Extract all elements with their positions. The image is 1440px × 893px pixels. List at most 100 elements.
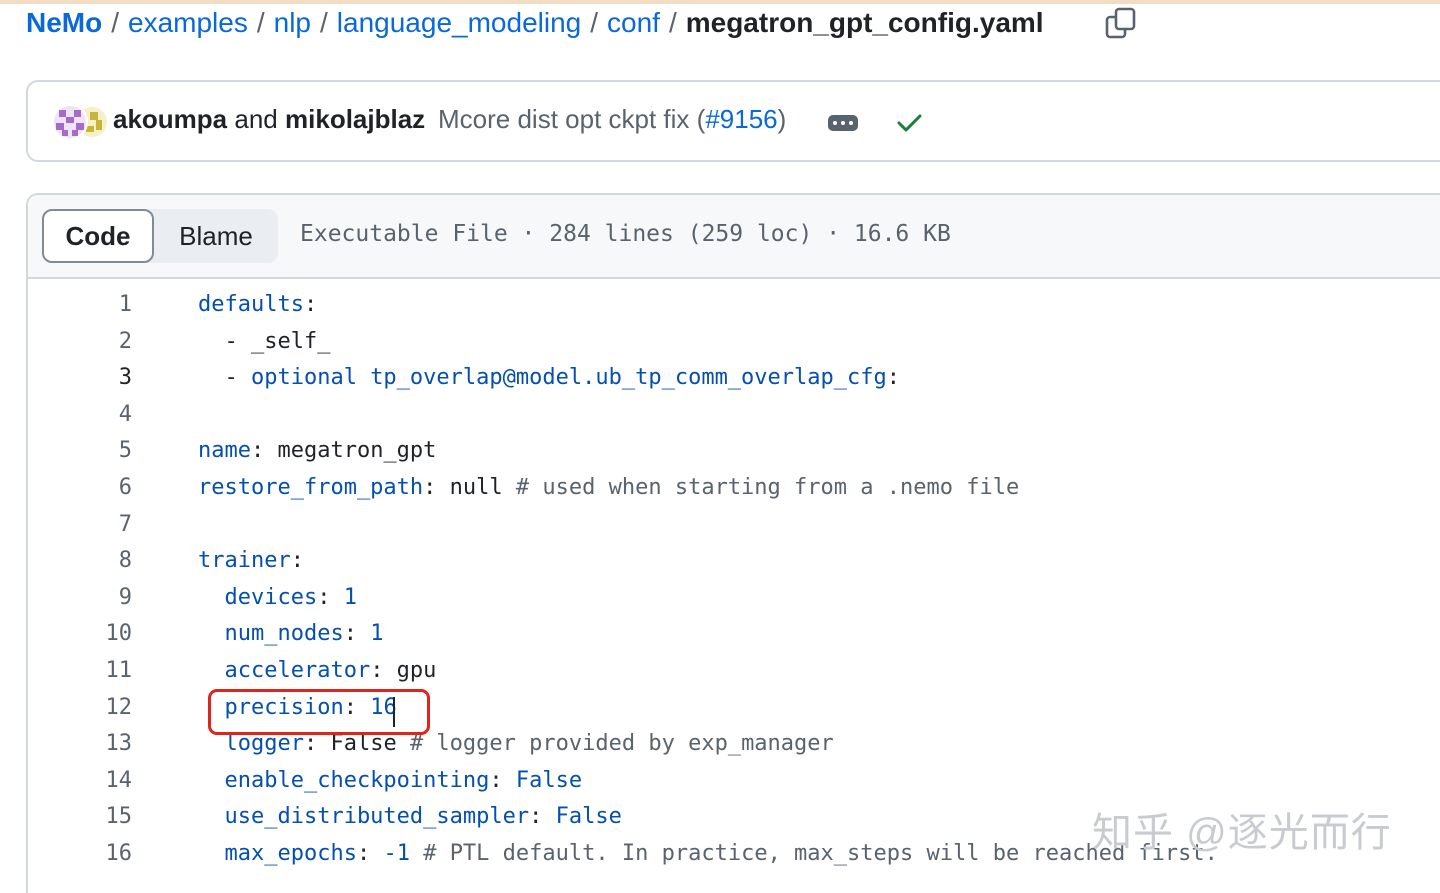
- yaml-text: :: [303, 292, 318, 317]
- line-number[interactable]: 13: [52, 726, 133, 762]
- yaml-key: defaults: [198, 292, 304, 317]
- breadcrumb-separator: /: [668, 7, 677, 38]
- breadcrumb-link-language-modeling[interactable]: language_modeling: [337, 7, 581, 39]
- commit-message-suffix: ): [777, 104, 787, 134]
- yaml-text: :: [317, 585, 344, 610]
- view-toggle: Code Blame: [42, 209, 278, 263]
- yaml-text: :: [343, 621, 371, 646]
- commit-message[interactable]: Mcore dist opt ckpt fix (#9156): [438, 104, 786, 135]
- line-number[interactable]: 1: [52, 287, 132, 323]
- line-number[interactable]: 5: [52, 433, 132, 469]
- code-line[interactable]: 3 - optional tp_overlap@model.ub_tp_comm…: [28, 360, 1440, 396]
- breadcrumb-separator: /: [256, 7, 265, 38]
- yaml-value: False: [515, 768, 583, 793]
- line-number[interactable]: 7: [52, 507, 132, 543]
- yaml-value: 1: [370, 621, 384, 646]
- line-number[interactable]: 6: [52, 470, 132, 506]
- yaml-value: 1: [343, 585, 357, 610]
- line-code: enable_checkpointing: False: [198, 763, 582, 799]
- line-code: accelerator: gpu: [198, 653, 436, 689]
- line-code: - optional tp_overlap@model.ub_tp_comm_o…: [198, 360, 900, 396]
- breadcrumb-link-conf[interactable]: conf: [607, 7, 660, 39]
- yaml-value: -1: [383, 841, 410, 866]
- line-number[interactable]: 2: [52, 324, 132, 360]
- line-code: restore_from_path: null # used when star…: [198, 470, 1019, 506]
- yaml-comment: # used when starting from a .nemo file: [515, 475, 1020, 500]
- breadcrumb-separator: /: [320, 7, 328, 38]
- code-line[interactable]: 6 restore_from_path: null # used when sta…: [28, 470, 1440, 506]
- code-line[interactable]: 14 enable_checkpointing: False: [28, 763, 1440, 799]
- ellipsis-icon[interactable]: [828, 115, 858, 131]
- line-code: - _self_: [198, 324, 330, 360]
- breadcrumb-repo-link[interactable]: NeMo: [26, 7, 102, 39]
- breadcrumb-separator: /: [111, 7, 120, 38]
- line-number[interactable]: 9: [52, 580, 132, 616]
- breadcrumb-current-file: megatron_gpt_config.yaml: [685, 7, 1044, 38]
- yaml-keyword: optional tp_overlap@model.ub_tp_comm_ove…: [250, 365, 887, 390]
- code-line[interactable]: 9 devices: 1: [28, 580, 1440, 616]
- line-number[interactable]: 3: [52, 360, 132, 396]
- yaml-text: : gpu: [370, 658, 437, 683]
- yaml-text: :: [290, 548, 304, 573]
- line-code: name: megatron_gpt: [198, 433, 436, 469]
- yaml-value: False: [555, 804, 622, 829]
- line-number[interactable]: 8: [52, 543, 132, 579]
- yaml-key: max_epochs: [198, 841, 357, 866]
- line-number[interactable]: 4: [52, 397, 132, 433]
- line-number[interactable]: 15: [52, 799, 133, 835]
- breadcrumb-link-examples[interactable]: examples: [128, 7, 248, 39]
- code-line[interactable]: 5 name: megatron_gpt: [28, 433, 1440, 469]
- yaml-text: :: [886, 365, 900, 390]
- check-icon[interactable]: [894, 108, 924, 138]
- line-code: trainer:: [198, 543, 304, 579]
- line-number[interactable]: 10: [52, 616, 133, 652]
- yaml-key: num_nodes: [198, 621, 344, 646]
- breadcrumb-link-nlp[interactable]: nlp: [274, 7, 311, 39]
- yaml-key: restore_from_path: [198, 475, 424, 500]
- avatar-stack-icon[interactable]: [52, 102, 108, 142]
- line-code: devices: 1: [198, 580, 357, 616]
- file-header: Code Blame Executable File · 284 lines (…: [28, 195, 1440, 279]
- code-line[interactable]: 10 num_nodes: 1: [28, 616, 1440, 652]
- code-line[interactable]: 1 defaults:: [28, 287, 1440, 323]
- code-line[interactable]: 11 accelerator: gpu: [28, 653, 1440, 689]
- code-line[interactable]: 8 trainer:: [28, 543, 1440, 579]
- yaml-text: : null: [423, 475, 516, 500]
- commit-author-link[interactable]: mikolajblaz: [285, 104, 425, 134]
- breadcrumb-separator: /: [590, 7, 599, 38]
- line-number[interactable]: 14: [52, 763, 133, 799]
- annotation-highlight-box: [208, 689, 430, 735]
- yaml-key: trainer: [198, 548, 291, 573]
- file-info: Executable File · 284 lines (259 loc) · …: [300, 221, 951, 247]
- tab-blame[interactable]: Blame: [154, 209, 278, 263]
- commit-author-link[interactable]: akoumpa: [113, 104, 227, 134]
- yaml-key: devices: [198, 585, 318, 610]
- text-cursor: [393, 697, 395, 727]
- line-code: max_epochs: -1 # PTL default. In practic…: [198, 836, 1217, 872]
- code-line[interactable]: 4: [28, 397, 1440, 433]
- commit-message-text[interactable]: Mcore dist opt ckpt fix (: [438, 104, 705, 134]
- yaml-key: use_distributed_sampler: [198, 804, 530, 829]
- file-viewer: Code Blame Executable File · 284 lines (…: [26, 193, 1440, 893]
- line-number[interactable]: 12: [52, 690, 133, 726]
- commit-authors-conjunction: and: [234, 104, 278, 134]
- yaml-key: enable_checkpointing: [198, 768, 490, 793]
- pull-request-link[interactable]: #9156: [705, 104, 777, 134]
- line-code: defaults:: [198, 287, 317, 323]
- yaml-text: - _self_: [198, 329, 331, 354]
- tab-code[interactable]: Code: [42, 209, 154, 263]
- code-line[interactable]: 2 - _self_: [28, 324, 1440, 360]
- code-line[interactable]: 7: [28, 507, 1440, 543]
- yaml-text: -: [198, 365, 251, 390]
- yaml-text: :: [529, 804, 556, 829]
- yaml-comment: # logger provided by exp_manager: [409, 731, 834, 756]
- yaml-key: name: [198, 438, 251, 463]
- line-number[interactable]: 16: [52, 836, 133, 872]
- yaml-text: :: [489, 768, 516, 793]
- copy-icon[interactable]: [1104, 6, 1138, 40]
- line-number[interactable]: 11: [52, 653, 133, 689]
- watermark: 知乎 @逐光而行: [1092, 811, 1392, 855]
- latest-commit-box: akoumpa and mikolajblaz Mcore dist opt c…: [26, 80, 1440, 162]
- yaml-key: accelerator: [198, 658, 371, 683]
- line-code: num_nodes: 1: [198, 616, 383, 652]
